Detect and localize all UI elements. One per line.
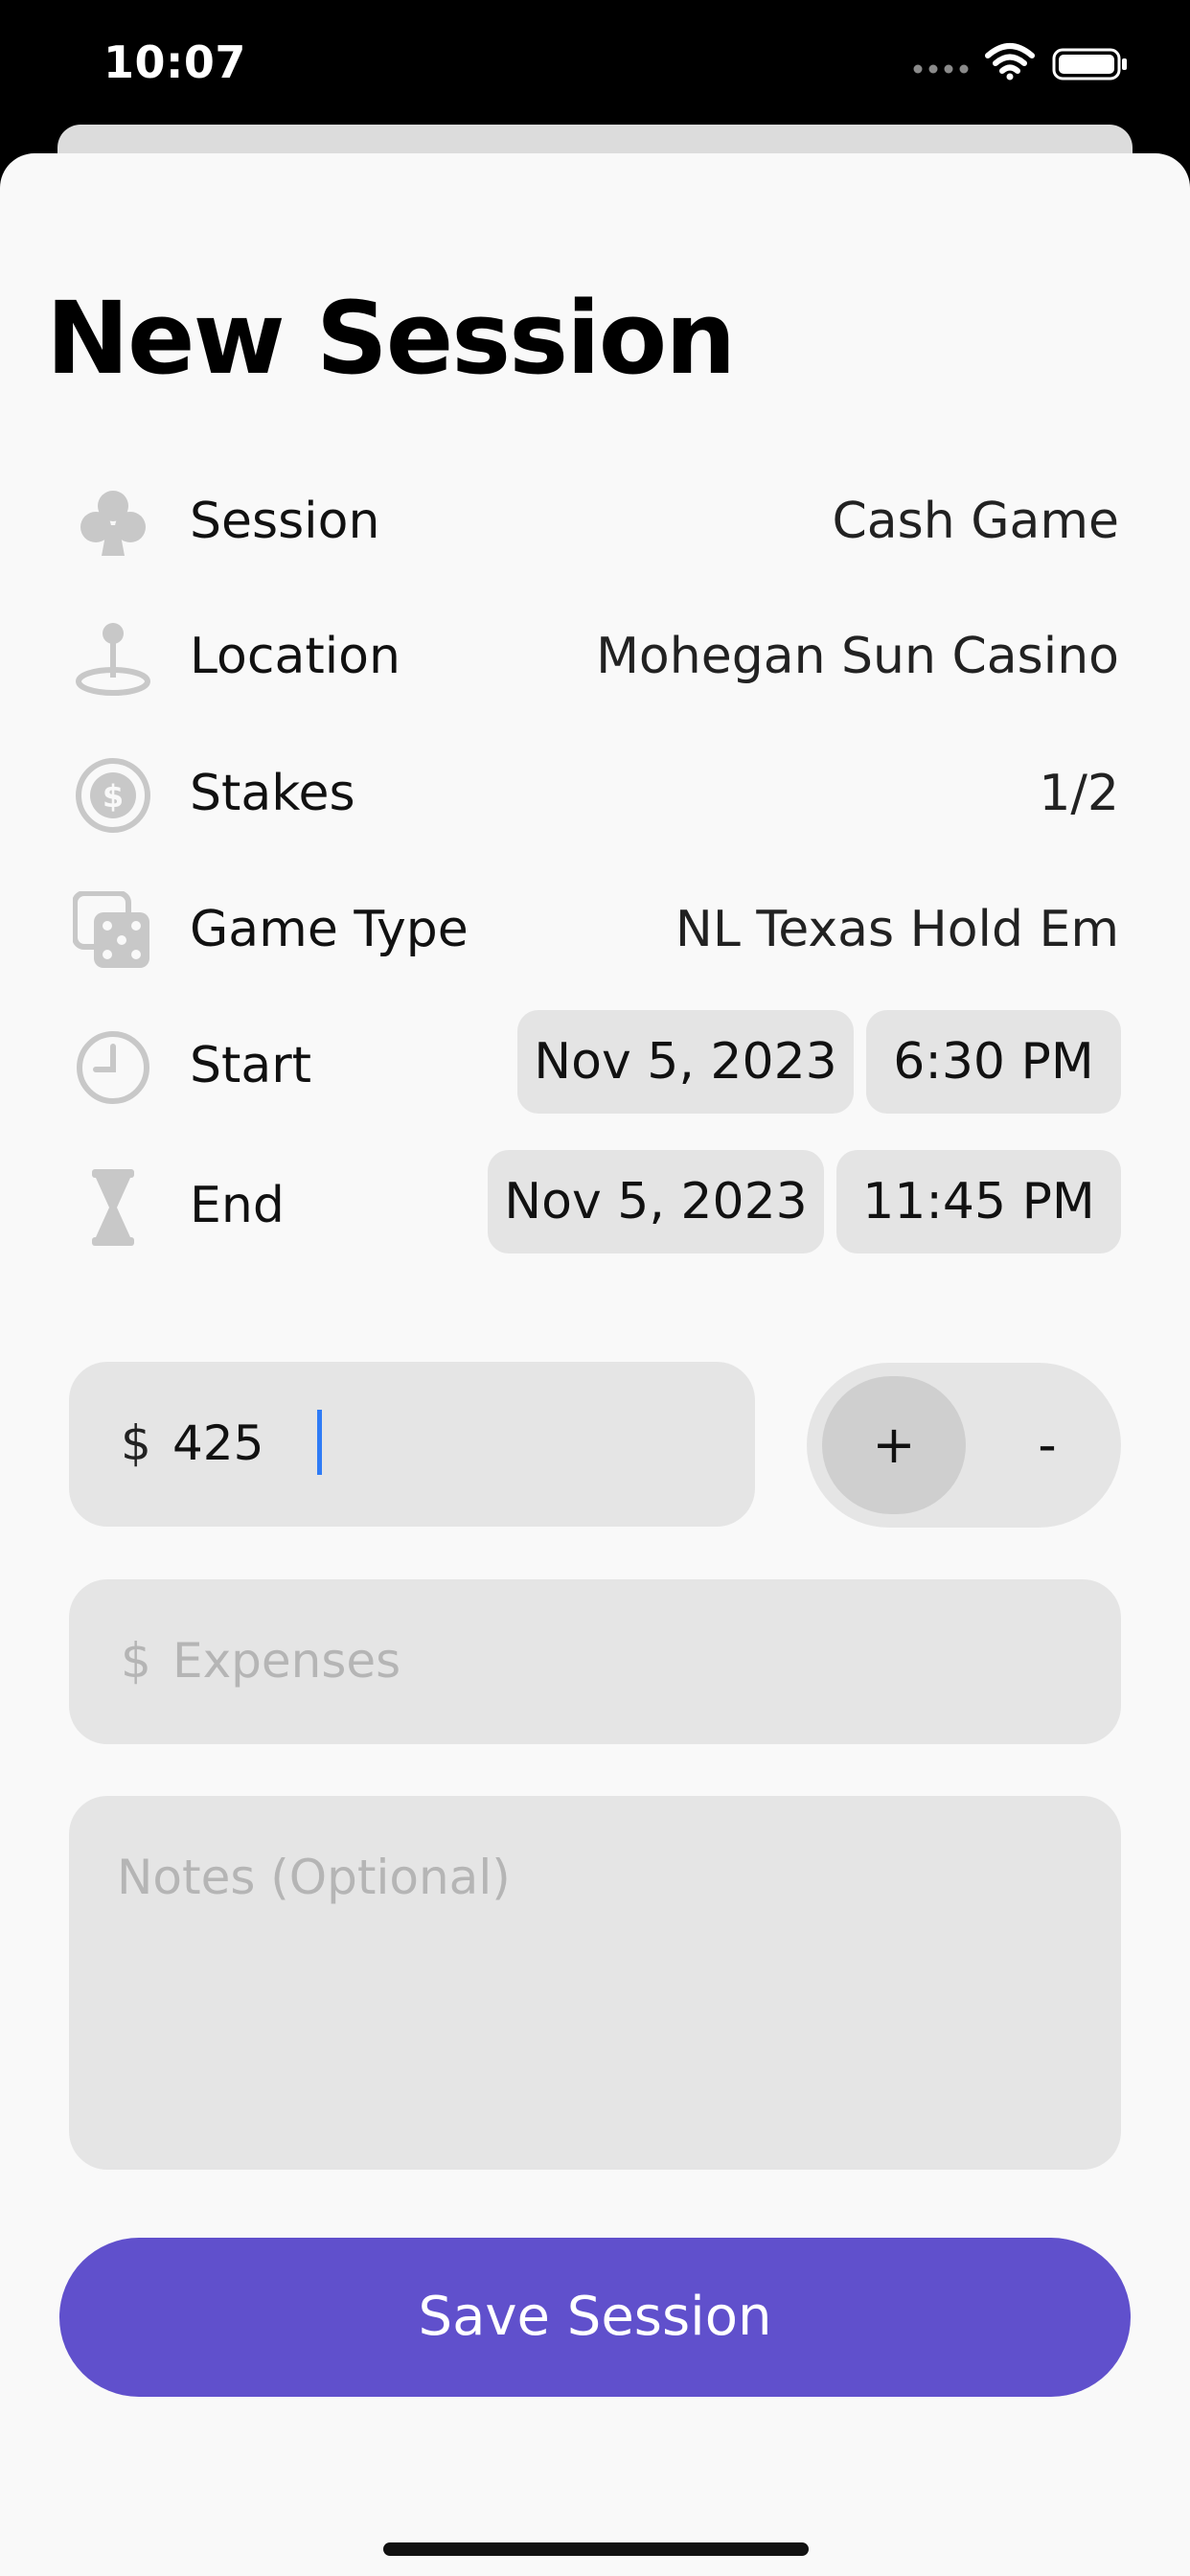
currency-symbol: $ (121, 1415, 151, 1471)
clock-icon (77, 1031, 149, 1104)
game-type-value[interactable]: NL Texas Hold Em (675, 901, 1119, 958)
expenses-placeholder: Expenses (172, 1633, 401, 1689)
win-loss-toggle[interactable]: + - (807, 1363, 1121, 1528)
start-label: Start (190, 1037, 312, 1094)
end-label: End (190, 1177, 285, 1234)
notes-placeholder: Notes (Optional) (117, 1850, 511, 1905)
save-session-button[interactable]: Save Session (59, 2238, 1131, 2397)
stakes-row[interactable]: $ Stakes 1/2 (0, 734, 1190, 840)
expenses-input[interactable]: $ Expenses (69, 1579, 1121, 1744)
session-label: Session (190, 493, 380, 550)
club-icon (80, 491, 146, 556)
end-date-picker[interactable]: Nov 5, 2023 (488, 1150, 824, 1254)
dice-icon (73, 891, 149, 968)
notes-textarea[interactable]: Notes (Optional) (69, 1796, 1121, 2170)
signal-dots-icon (913, 64, 969, 74)
location-row[interactable]: Location Mohegan Sun Casino (0, 597, 1190, 702)
wifi-icon (985, 43, 1035, 80)
map-pin-icon (76, 623, 150, 696)
session-value[interactable]: Cash Game (832, 493, 1119, 550)
dollar-circle-icon: $ (76, 758, 150, 833)
end-row: End Nov 5, 2023 11:45 PM (0, 1146, 1190, 1254)
svg-text:$: $ (103, 778, 124, 815)
session-row[interactable]: Session Cash Game (0, 462, 1190, 567)
game-type-row[interactable]: Game Type NL Texas Hold Em (0, 870, 1190, 976)
amount-value: 425 (172, 1415, 264, 1471)
hourglass-icon (92, 1169, 134, 1246)
home-indicator (383, 2542, 809, 2556)
status-bar: 10:07 (0, 0, 1190, 134)
minus-button[interactable]: - (995, 1376, 1100, 1514)
new-session-sheet: New Session Session Cash Game Location M… (0, 153, 1190, 2576)
start-date-picker[interactable]: Nov 5, 2023 (517, 1010, 854, 1114)
stakes-value[interactable]: 1/2 (1039, 765, 1119, 822)
text-caret (317, 1410, 322, 1475)
game-type-label: Game Type (190, 901, 469, 958)
start-time-picker[interactable]: 6:30 PM (866, 1010, 1121, 1114)
amount-input[interactable]: $ 425 (69, 1362, 755, 1527)
plus-button[interactable]: + (822, 1376, 966, 1514)
stakes-label: Stakes (190, 765, 355, 822)
end-time-picker[interactable]: 11:45 PM (836, 1150, 1121, 1254)
page-title: New Session (46, 280, 736, 397)
expenses-currency-symbol: $ (121, 1633, 151, 1689)
battery-icon (1052, 48, 1127, 80)
status-time: 10:07 (103, 36, 246, 88)
location-label: Location (190, 628, 400, 685)
start-row: Start Nov 5, 2023 6:30 PM (0, 1006, 1190, 1114)
location-value[interactable]: Mohegan Sun Casino (596, 628, 1119, 685)
